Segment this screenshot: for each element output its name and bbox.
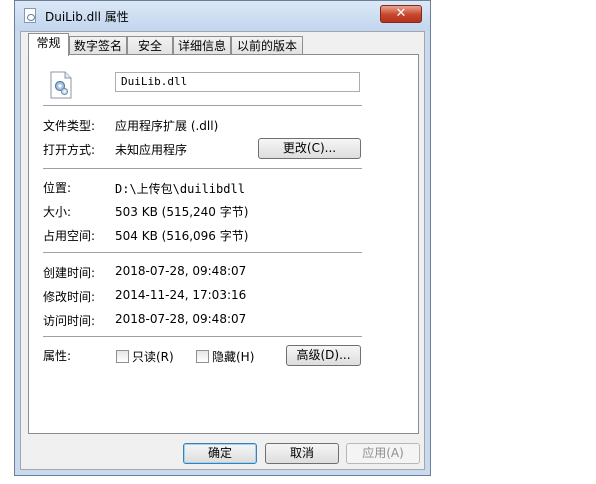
cancel-button[interactable]: 取消 <box>265 443 339 464</box>
location-label: 位置: <box>43 181 72 195</box>
change-button[interactable]: 更改(C)... <box>258 138 361 159</box>
created-value: 2018-07-28, 09:48:07 <box>115 264 247 278</box>
size-label: 大小: <box>43 205 72 219</box>
created-label: 创建时间: <box>43 266 96 280</box>
tab-label: 数字签名 <box>73 39 122 53</box>
size-value: 503 KB (515,240 字节) <box>115 205 249 219</box>
divider <box>43 336 362 337</box>
tab-details[interactable]: 详细信息 <box>173 36 231 55</box>
close-button[interactable]: ✕ <box>380 5 422 23</box>
ok-button[interactable]: 确定 <box>183 443 257 464</box>
divider <box>43 168 362 169</box>
accessed-label: 访问时间: <box>43 314 96 328</box>
general-tab-panel: DuiLib.dll 文件类型: 应用程序扩展 (.dll) 打开方式: 未知应… <box>28 54 419 434</box>
tab-label: 详细信息 <box>177 39 226 53</box>
tab-general[interactable]: 常规 <box>28 33 69 56</box>
dll-file-icon <box>24 8 36 23</box>
tab-previous-versions[interactable]: 以前的版本 <box>231 36 303 55</box>
tab-digital-signatures[interactable]: 数字签名 <box>69 36 127 55</box>
location-value: D:\上传包\duilibdll <box>115 182 245 196</box>
dialog-client-area: 常规 数字签名 安全 详细信息 以前的版本 DuiLib.dll 文件类型: 应… <box>20 31 425 470</box>
properties-window: DuiLib.dll 属性 ✕ 常规 数字签名 安全 详细信息 以前的版本 Du… <box>14 0 431 476</box>
tab-label: 常规 <box>36 36 61 50</box>
file-type-label: 文件类型: <box>43 119 96 133</box>
modified-label: 修改时间: <box>43 290 96 304</box>
tab-label: 以前的版本 <box>236 39 297 53</box>
apply-button[interactable]: 应用(A) <box>346 443 420 464</box>
tab-label: 安全 <box>137 39 162 53</box>
close-icon: ✕ <box>395 6 407 21</box>
size-on-disk-value: 504 KB (516,096 字节) <box>115 229 249 243</box>
tab-security[interactable]: 安全 <box>127 36 173 55</box>
opens-with-label: 打开方式: <box>43 143 96 157</box>
title-bar[interactable]: DuiLib.dll 属性 ✕ <box>15 1 430 31</box>
hidden-checkbox[interactable] <box>196 350 209 363</box>
attributes-label: 属性: <box>43 349 72 363</box>
file-type-value: 应用程序扩展 (.dll) <box>115 119 219 133</box>
opens-with-value: 未知应用程序 <box>115 143 188 157</box>
readonly-label[interactable]: 只读(R) <box>132 348 174 365</box>
window-title: DuiLib.dll 属性 <box>45 10 129 24</box>
divider <box>43 252 362 253</box>
file-name-input[interactable]: DuiLib.dll <box>115 72 360 92</box>
size-on-disk-label: 占用空间: <box>43 229 96 243</box>
modified-value: 2014-11-24, 17:03:16 <box>115 288 247 302</box>
divider <box>43 105 362 106</box>
readonly-checkbox[interactable] <box>116 350 129 363</box>
advanced-button[interactable]: 高级(D)... <box>286 345 361 366</box>
hidden-label[interactable]: 隐藏(H) <box>212 348 254 365</box>
accessed-value: 2018-07-28, 09:48:07 <box>115 312 247 326</box>
dll-gear-icon <box>50 71 72 99</box>
